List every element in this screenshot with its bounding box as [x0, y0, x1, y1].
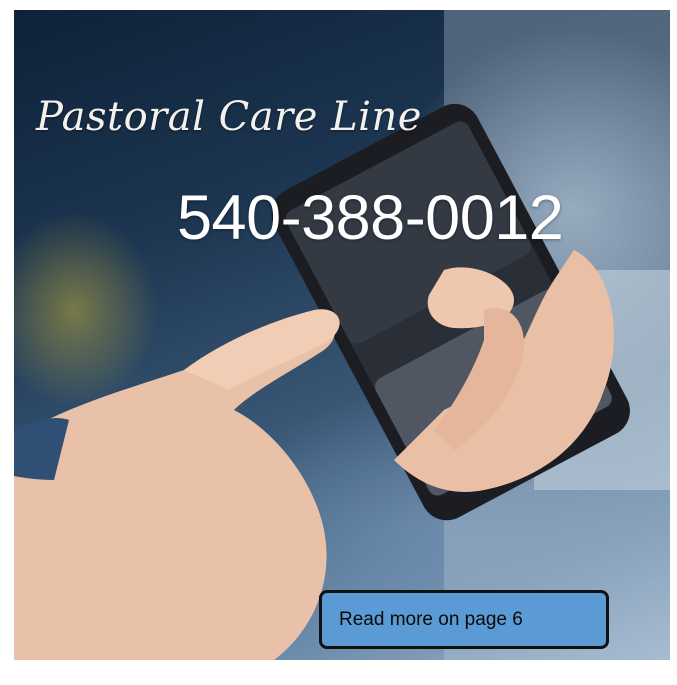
read-more-button[interactable]: Read more on page 6 — [319, 590, 609, 649]
smartphone-photo: Pastoral Care Line 540-388-0012 — [14, 10, 670, 660]
phone-number: 540-388-0012 — [177, 183, 564, 253]
pointing-hand — [14, 319, 335, 660]
flyer-title: Pastoral Care Line — [36, 94, 422, 140]
flyer-frame: Pastoral Care Line 540-388-0012 Read mor… — [0, 0, 677, 685]
